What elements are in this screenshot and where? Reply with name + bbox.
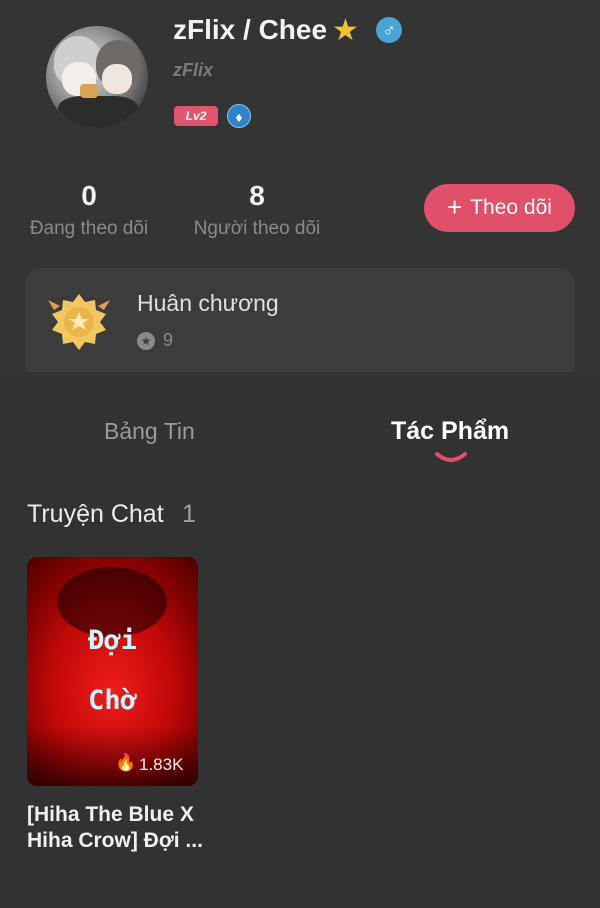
profile-handle: zFlix bbox=[173, 60, 214, 80]
medals-card[interactable]: Huân chương ★ 9 bbox=[26, 268, 574, 372]
story-card[interactable]: Đợi Chờ 🔥 1.83K bbox=[27, 557, 198, 786]
followers-count: 8 bbox=[249, 180, 265, 211]
badge-count-icon: ★ bbox=[137, 332, 155, 350]
star-icon: ★ bbox=[332, 14, 359, 47]
medals-title: Huân chương bbox=[137, 290, 279, 316]
tab-news-feed[interactable]: Bảng Tin bbox=[104, 418, 195, 445]
story-views: 1.83K bbox=[139, 755, 184, 774]
gem-badge-icon[interactable]: ♦ bbox=[227, 104, 251, 128]
fire-icon: 🔥 bbox=[115, 753, 137, 772]
story-cover-text-2: Chờ bbox=[88, 685, 137, 716]
profile-name: zFlix / Chee bbox=[173, 14, 328, 45]
followers-label: Người theo dõi bbox=[193, 218, 321, 239]
follow-button[interactable]: + Theo dõi bbox=[424, 184, 575, 232]
level-badge[interactable]: Lv2 bbox=[174, 106, 218, 126]
male-icon: ♂ bbox=[376, 17, 402, 43]
tab-works[interactable]: Tác Phẩm bbox=[391, 417, 509, 446]
following-stat[interactable]: 0 Đang theo dõi bbox=[20, 180, 158, 240]
story-title[interactable]: [Hiha The Blue X Hiha Crow] Đợi ... bbox=[27, 802, 227, 854]
followers-stat[interactable]: 8 Người theo dõi bbox=[184, 180, 330, 240]
follow-button-label: Theo dõi bbox=[470, 196, 552, 219]
avatar[interactable] bbox=[46, 26, 148, 128]
medals-count: 9 bbox=[163, 330, 174, 350]
story-cover-text-1: Đợi bbox=[88, 625, 137, 656]
section-title: Truyện Chat bbox=[27, 500, 164, 528]
active-tab-indicator bbox=[435, 452, 467, 462]
following-label: Đang theo dõi bbox=[29, 218, 149, 239]
section-count: 1 bbox=[182, 500, 196, 528]
following-count: 0 bbox=[81, 180, 97, 211]
plus-icon: + bbox=[447, 192, 463, 222]
medal-icon bbox=[48, 294, 110, 350]
